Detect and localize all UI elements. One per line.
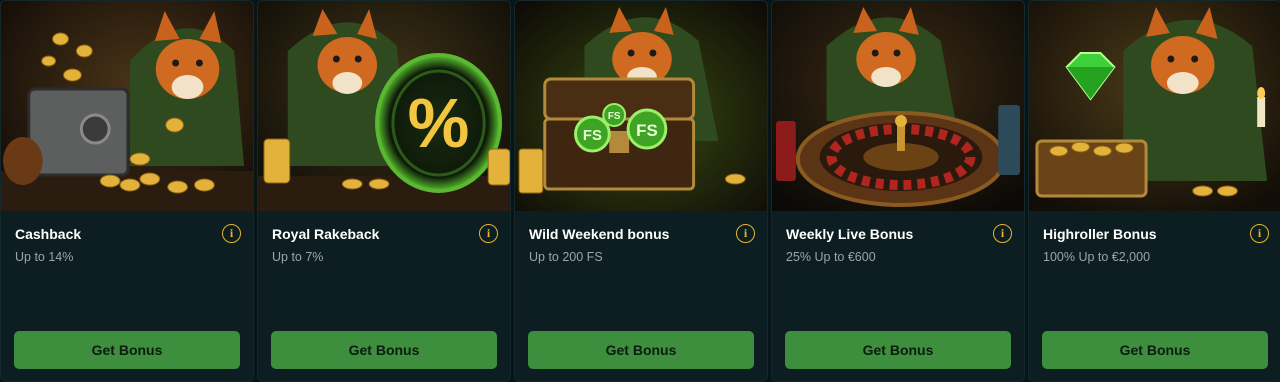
royal-rakeback-illustration: % (258, 1, 510, 211)
info-icon[interactable]: i (993, 224, 1012, 243)
card-subtitle: 25% Up to €600 (786, 250, 876, 264)
info-icon[interactable]: i (479, 224, 498, 243)
get-bonus-button[interactable]: Get Bonus (271, 331, 497, 369)
card-subtitle: Up to 14% (15, 250, 74, 264)
card-title: Royal Rakeback (272, 226, 380, 242)
bonus-card-wild-weekend: FS FS FS Wild Weekend bonus Up to 200 FS… (514, 0, 768, 382)
bonus-card-cashback: Cashback Up to 14% i Get Bonus (0, 0, 254, 382)
card-title: Cashback (15, 226, 82, 242)
bonus-card-royal-rakeback: % Royal Rakeback Up to 7% i Get Bonus (257, 0, 511, 382)
cashback-illustration (1, 1, 253, 211)
wild-weekend-illustration: FS FS FS (515, 1, 767, 211)
svg-text:FS: FS (636, 121, 658, 140)
get-bonus-button[interactable]: Get Bonus (1042, 331, 1268, 369)
card-subtitle: Up to 200 FS (529, 250, 603, 264)
card-title: Highroller Bonus (1043, 226, 1157, 242)
info-icon[interactable]: i (1250, 224, 1269, 243)
card-subtitle: 100% Up to €2,000 (1043, 250, 1151, 264)
svg-text:FS: FS (608, 111, 621, 122)
weekly-live-illustration (772, 1, 1024, 211)
card-title: Wild Weekend bonus (529, 226, 670, 242)
info-icon[interactable]: i (736, 224, 755, 243)
get-bonus-button[interactable]: Get Bonus (14, 331, 240, 369)
info-icon[interactable]: i (222, 224, 241, 243)
svg-text:%: % (408, 84, 470, 162)
highroller-illustration (1029, 1, 1280, 211)
card-title: Weekly Live Bonus (786, 226, 914, 242)
get-bonus-button[interactable]: Get Bonus (528, 331, 754, 369)
bonus-card-weekly-live: Weekly Live Bonus 25% Up to €600 i Get B… (771, 0, 1025, 382)
get-bonus-button[interactable]: Get Bonus (785, 331, 1011, 369)
card-subtitle: Up to 7% (272, 250, 324, 264)
svg-text:FS: FS (583, 127, 602, 144)
bonus-cards-row: Cashback Up to 14% i Get Bonus % Royal R… (0, 0, 1280, 382)
bonus-card-highroller: Highroller Bonus 100% Up to €2,000 i Get… (1028, 0, 1280, 382)
